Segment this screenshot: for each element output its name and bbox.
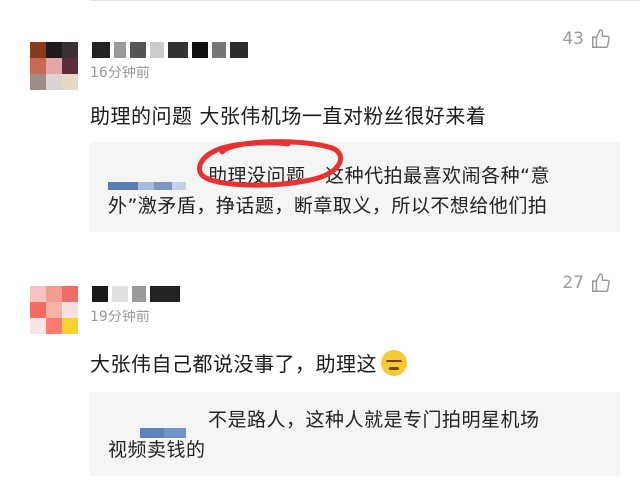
mosaic-block <box>46 302 62 318</box>
reply-line-2: 外”激矛盾，挣话题，断章取义，所以不想给他们拍 <box>108 195 548 217</box>
mosaic-block <box>46 74 62 90</box>
mosaic-block <box>62 58 78 74</box>
mosaic-block <box>132 286 146 302</box>
mosaic-block <box>114 42 126 58</box>
comment-time: 16分钟前 <box>90 65 150 81</box>
reply-line-2: 视频卖钱的 <box>108 439 206 461</box>
mosaic-block <box>62 318 78 334</box>
mosaic-block <box>108 182 138 190</box>
comment-text: 大张伟自己都说没事了，助理这 <box>90 352 377 376</box>
mosaic-block <box>46 58 62 74</box>
thumbs-up-icon <box>592 273 610 292</box>
sleepy-sweat-emoji-icon <box>381 349 407 376</box>
mosaic-block <box>62 42 78 58</box>
mosaic-block <box>62 302 78 318</box>
reply-text: 这种代拍最喜欢闹各种“意 <box>325 165 550 187</box>
mosaic-block <box>230 42 248 58</box>
reply-username-obscured[interactable] <box>108 182 186 190</box>
reply-line-1: 助理没问题 这种代拍最喜欢闹各种“意 <box>208 160 550 192</box>
mosaic-block <box>150 42 164 58</box>
mosaic-block <box>92 42 110 58</box>
mosaic-block <box>62 286 78 302</box>
mosaic-block <box>92 286 108 302</box>
username-obscured[interactable] <box>92 286 180 302</box>
reply-highlight-text: 助理没问题 <box>208 165 306 187</box>
mosaic-block <box>30 286 46 302</box>
username-obscured[interactable] <box>92 42 248 58</box>
mosaic-block <box>172 182 186 190</box>
avatar[interactable] <box>30 42 78 90</box>
reply-box[interactable]: 助理没问题 这种代拍最喜欢闹各种“意 外”激矛盾，挣话题，断章取义，所以不想给他… <box>90 142 620 232</box>
comment-time: 19分钟前 <box>90 309 150 325</box>
reply-line-1: 不是路人，这种人就是专门拍明星机场 <box>208 409 540 431</box>
comment-text: 助理的问题 大张伟机场一直对粉丝很好来着 <box>90 104 487 128</box>
mosaic-block <box>168 42 188 58</box>
mosaic-block <box>46 42 62 58</box>
avatar[interactable] <box>30 286 78 334</box>
like-button[interactable]: 27 <box>562 272 612 294</box>
mosaic-block <box>150 286 180 302</box>
mosaic-block <box>46 286 62 302</box>
mosaic-block <box>130 42 146 58</box>
mosaic-block <box>30 318 46 334</box>
mosaic-block <box>30 302 46 318</box>
mosaic-block <box>138 182 154 190</box>
like-count: 43 <box>562 29 584 49</box>
reply-box[interactable]: 不是路人，这种人就是专门拍明星机场 视频卖钱的 <box>90 392 620 476</box>
mosaic-block <box>112 286 128 302</box>
like-button[interactable]: 43 <box>562 28 612 50</box>
mosaic-block <box>46 318 62 334</box>
mosaic-block <box>212 42 226 58</box>
mosaic-block <box>62 74 78 90</box>
mosaic-block <box>154 182 172 190</box>
mosaic-block <box>30 58 46 74</box>
top-divider <box>90 0 640 6</box>
like-count: 27 <box>562 273 584 293</box>
mosaic-block <box>30 42 46 58</box>
comment-text-row: 大张伟自己都说没事了，助理这 <box>90 348 407 377</box>
thumbs-up-icon <box>592 29 610 48</box>
mosaic-block <box>192 42 208 58</box>
mosaic-block <box>30 74 46 90</box>
